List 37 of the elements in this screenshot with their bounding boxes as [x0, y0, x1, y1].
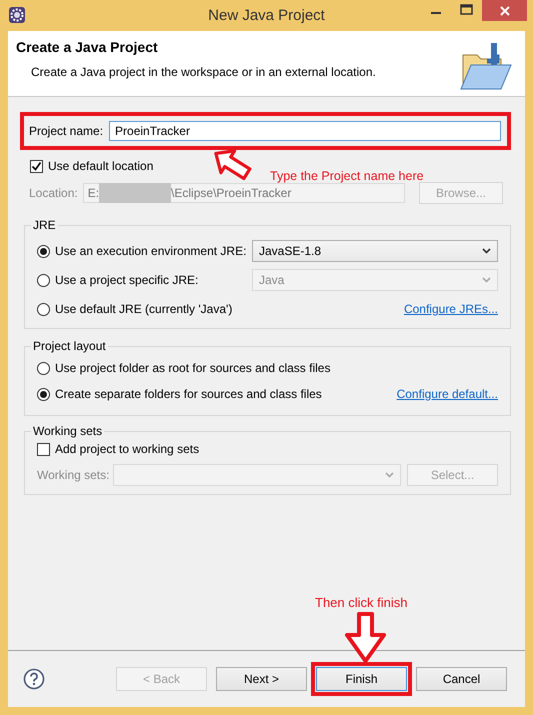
- group-title: Project layout: [32, 339, 107, 353]
- app-icon[interactable]: [8, 6, 26, 24]
- radio-label[interactable]: Use default JRE (currently 'Java'): [55, 302, 232, 316]
- wizard-button[interactable]: Cancel: [416, 667, 507, 691]
- close-button[interactable]: [482, 0, 527, 21]
- checkbox[interactable]: [30, 160, 43, 172]
- annotation-text: Type the Project name here: [270, 169, 424, 183]
- field-label: Location:: [29, 186, 78, 200]
- configure-link[interactable]: Configure default...: [396, 387, 498, 401]
- window-title: New Java Project: [208, 7, 325, 24]
- radio-label[interactable]: Use an execution environment JRE:: [55, 244, 246, 258]
- field-label: Working sets:: [37, 468, 110, 482]
- checkbox-label[interactable]: Use default location: [48, 159, 154, 173]
- caret-icon: [385, 472, 394, 478]
- field-label: Project name:: [29, 124, 104, 138]
- radio-button[interactable]: [37, 362, 50, 374]
- configure-link[interactable]: Configure JREs...: [404, 302, 498, 316]
- checkbox[interactable]: [37, 442, 50, 456]
- radio-button[interactable]: [37, 244, 50, 258]
- page-title: Create a Java Project: [16, 39, 158, 55]
- radio-label[interactable]: Use project folder as root for sources and class files: [55, 361, 330, 375]
- group-title: Working sets: [32, 424, 104, 438]
- annotation-text: Then click finish: [315, 595, 408, 610]
- close-icon: [498, 4, 510, 16]
- wizard-button[interactable]: Finish: [316, 667, 407, 691]
- caret-icon: [482, 277, 491, 283]
- caret-icon: [482, 248, 491, 254]
- checkbox-label[interactable]: Add project to working sets: [55, 442, 200, 456]
- radio-button[interactable]: [37, 302, 50, 316]
- help-icon[interactable]: [23, 668, 45, 690]
- radio-label[interactable]: Create separate folders for sources and class files: [55, 387, 322, 401]
- dropdown[interactable]: JavaSE-1.8: [252, 240, 498, 262]
- page-description: Create a Java project in the workspace or in an external location.: [31, 65, 376, 79]
- project-name-field[interactable]: ProeinTracker: [109, 121, 501, 141]
- radio-button[interactable]: [37, 388, 50, 400]
- wizard-button[interactable]: Next >: [216, 667, 307, 691]
- group-title: JRE: [32, 218, 57, 232]
